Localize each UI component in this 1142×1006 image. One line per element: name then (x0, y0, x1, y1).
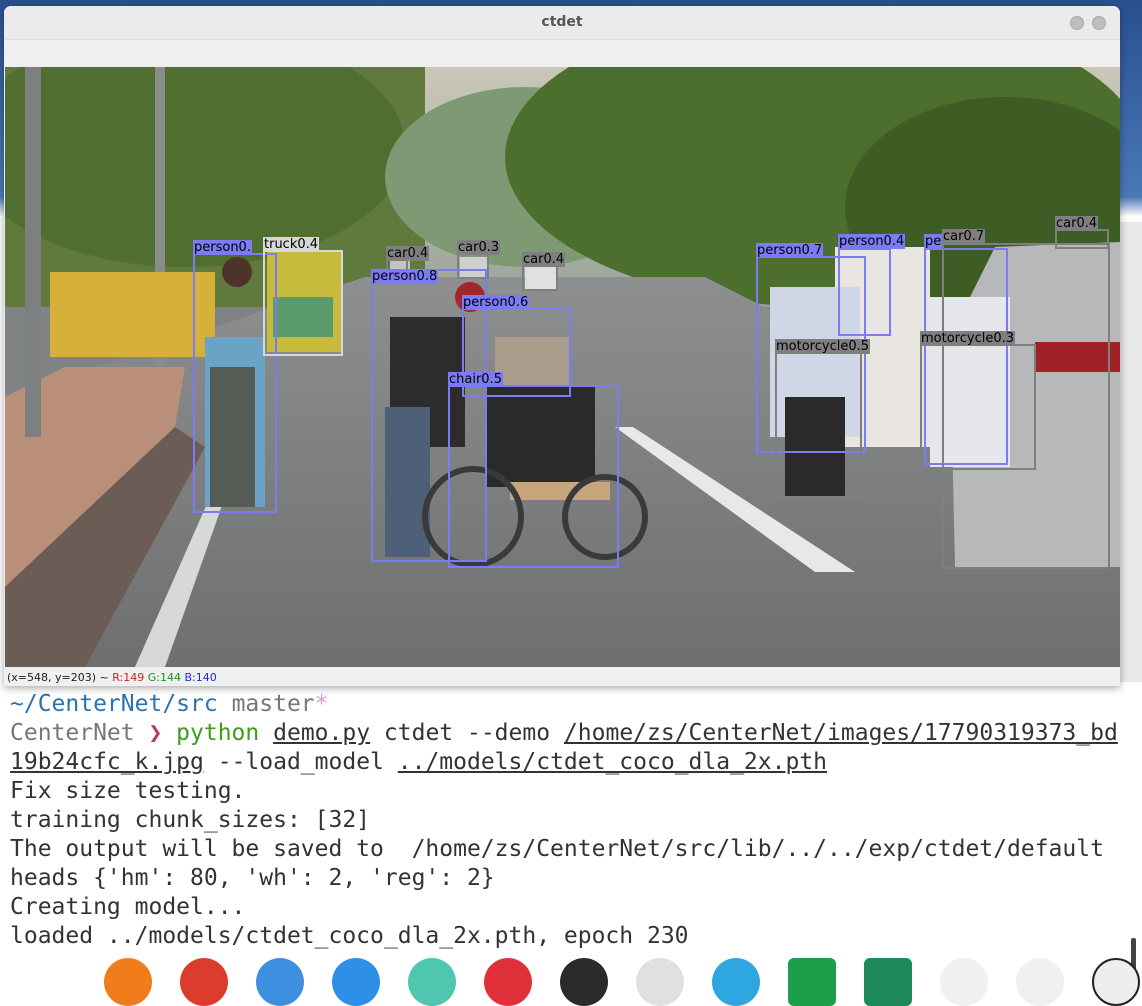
terminal-icon[interactable] (560, 958, 608, 1006)
detection-label: truck0.4 (263, 237, 320, 252)
command-image-path-1: /home/zs/CenterNet/images/17790319373_bd (563, 720, 1118, 746)
prompt-env: CenterNet (10, 720, 135, 746)
chrome-icon[interactable] (180, 958, 228, 1006)
detection-label: chair0.5 (448, 372, 503, 387)
terminal-output-line: Creating model... (10, 894, 246, 920)
detection-label: person0.6 (462, 295, 530, 310)
detection-label: car0.7 (942, 229, 986, 244)
terminal-output-line: loaded ../models/ctdet_coco_dla_2x.pth, … (10, 923, 689, 949)
prompt-branch: master (217, 691, 315, 717)
detection-label: motorcycle0.5 (775, 339, 870, 354)
telegram-icon[interactable] (712, 958, 760, 1006)
terminal-output-line: training chunk_sizes: [32] (10, 807, 371, 833)
background-window-edge (1120, 222, 1142, 682)
detection-box-chair (448, 385, 619, 568)
toolbar (4, 40, 1120, 67)
appstore-icon[interactable] (332, 958, 380, 1006)
detection-label: car0.4 (386, 246, 430, 261)
close-button[interactable] (1092, 16, 1106, 30)
command-args-1: ctdet --demo (370, 720, 564, 746)
status-bar: (x=548, y=203) ~ R:149 G:144 B:140 (4, 668, 1120, 686)
pycharm-icon[interactable] (788, 958, 836, 1006)
detection-label: person0.7 (756, 243, 824, 258)
prompt-path: ~/CenterNet/src (10, 691, 218, 717)
terminal-prompt-line: ~/CenterNet/src master* (10, 690, 329, 719)
user-icon[interactable] (1092, 958, 1140, 1006)
detection-box-person (838, 248, 891, 336)
vpn-icon[interactable] (408, 958, 456, 1006)
prompt-dirty-marker: * (314, 691, 329, 717)
window-title: ctdet (541, 14, 583, 30)
detection-box-car (522, 265, 558, 291)
command-args-2: --load_model (203, 749, 398, 775)
detection-label: pe (924, 234, 943, 249)
detection-box-car (1055, 229, 1109, 249)
terminal-output-line: The output will be saved to /home/zs/Cen… (10, 836, 1104, 862)
pixel-blue: B:140 (184, 671, 217, 684)
minimize-button[interactable] (1070, 16, 1084, 30)
pixel-readout: (x=548, y=203) ~ R:149 G:144 B:140 (7, 671, 217, 684)
firefox-icon[interactable] (104, 958, 152, 1006)
command-python: python (176, 720, 260, 746)
command-script: demo.py (273, 720, 371, 746)
command-model-path: ../models/ctdet_coco_dla_2x.pth (397, 749, 828, 775)
cursor-coords: (x=548, y=203) ~ (7, 671, 113, 684)
finder-icon[interactable] (256, 958, 304, 1006)
detection-label: person0.4 (838, 234, 906, 249)
terminal-command-line: CenterNet ❯ python demo.py ctdet --demo … (10, 719, 1118, 748)
pixel-red: R:149 (112, 671, 145, 684)
bird-app-icon[interactable] (940, 958, 988, 1006)
terminal-output-line: Fix size testing. (10, 778, 246, 804)
star-app-icon[interactable] (636, 958, 684, 1006)
detection-label: car0.4 (522, 252, 566, 267)
detection-label: person0. (193, 240, 252, 255)
detection-box-motorcycle (775, 352, 862, 498)
wine-icon[interactable] (1016, 958, 1064, 1006)
netease-music-icon[interactable] (484, 958, 532, 1006)
terminal-command-cont: 19b24cfc_k.jpg --load_model ../models/ct… (10, 748, 827, 777)
image-view[interactable]: person0. truck0.4 car0.4 car0.3 car0.4 p… (5, 67, 1120, 667)
detection-box-motorcycle (920, 344, 1036, 470)
pixel-green: G:144 (147, 671, 181, 684)
prompt-arrow: ❯ (134, 720, 177, 746)
detection-label: car0.4 (1055, 216, 1099, 231)
clion-icon[interactable] (864, 958, 912, 1006)
terminal-output-line: heads {'hm': 80, 'wh': 2, 'reg': 2} (10, 865, 495, 891)
detection-label: person0.8 (371, 269, 439, 284)
ctdet-window[interactable]: ctdet person0. truck0.4 car0.4 car0.3 ca… (4, 6, 1120, 686)
detection-box-truck (263, 250, 343, 356)
command-image-path-2: 19b24cfc_k.jpg (10, 749, 204, 775)
dock (90, 952, 1142, 1006)
title-bar[interactable]: ctdet (4, 6, 1120, 40)
detection-label: motorcycle0.3 (920, 331, 1015, 346)
detection-label: car0.3 (457, 240, 501, 255)
terminal-window[interactable]: ~/CenterNet/src master* CenterNet ❯ pyth… (0, 680, 1142, 984)
